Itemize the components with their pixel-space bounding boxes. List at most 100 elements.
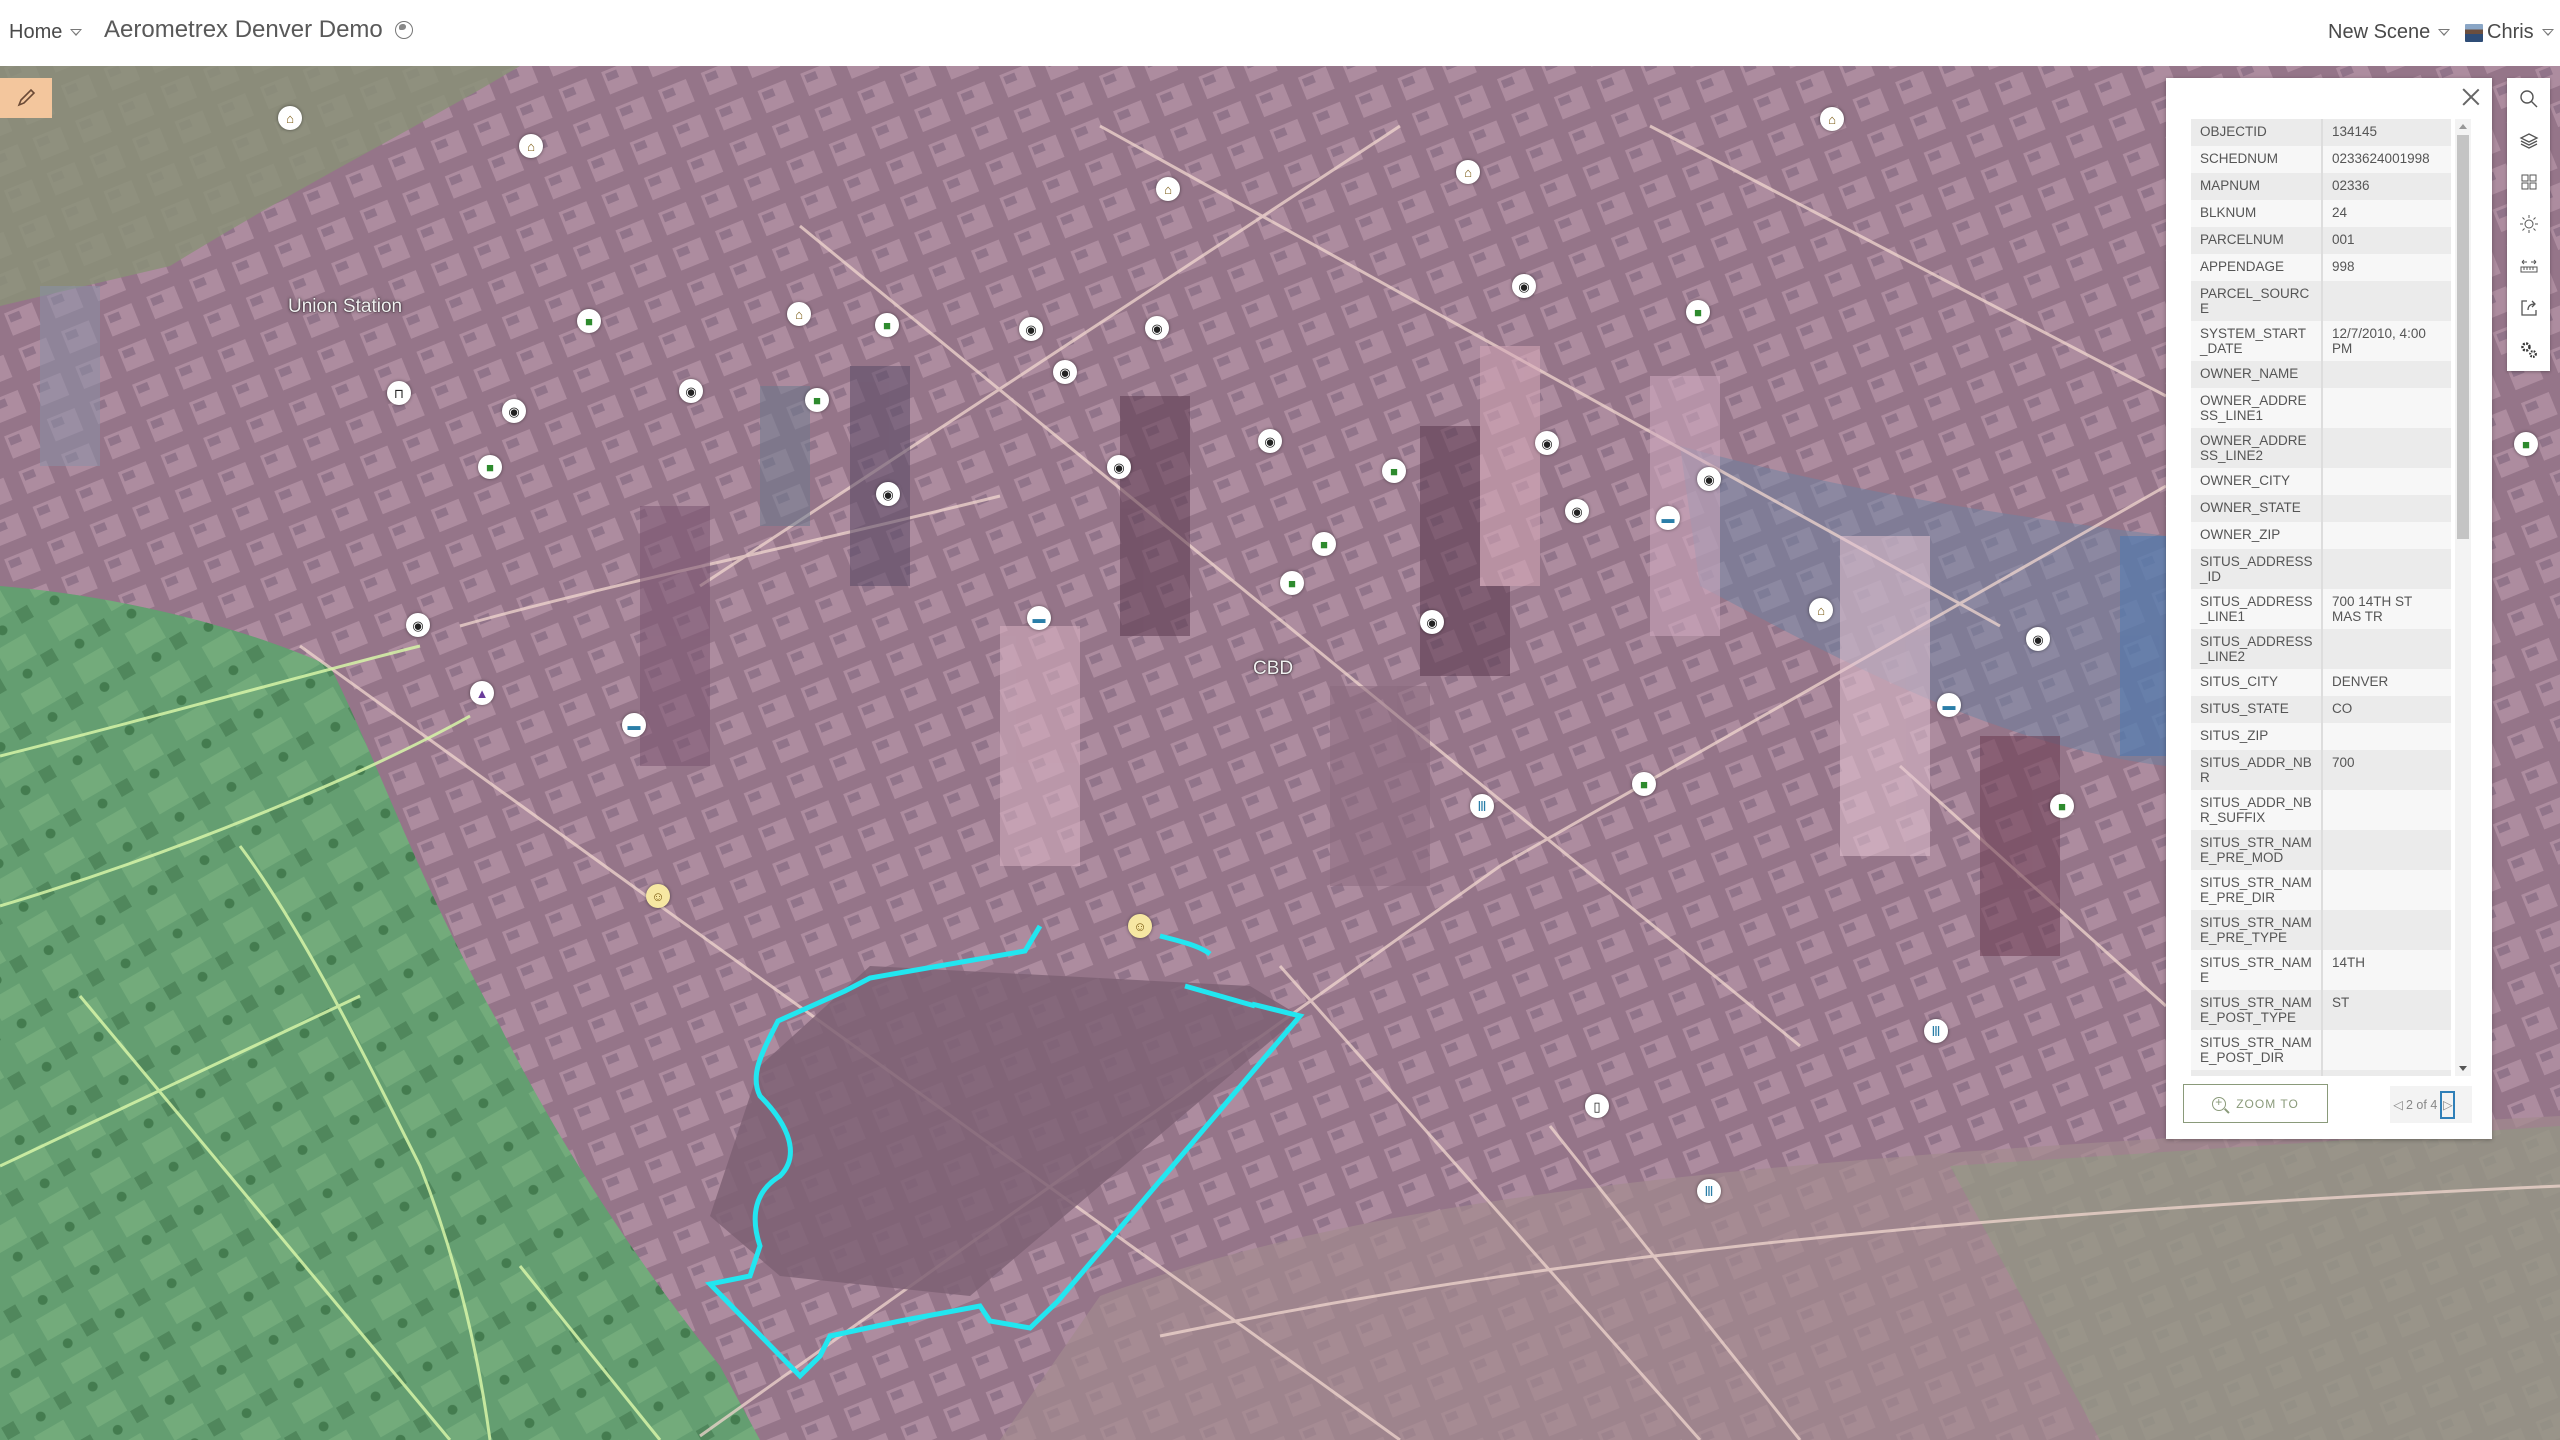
shopping-bag-icon[interactable]: ■ [1280, 571, 1304, 595]
education-icon[interactable]: ▲ [470, 681, 494, 705]
camera-icon[interactable]: ◉ [1145, 316, 1169, 340]
scroll-up-icon[interactable] [2459, 124, 2467, 129]
attribute-key: OWNER_CITY [2191, 468, 2323, 495]
popup-scrollbar[interactable] [2455, 119, 2471, 1076]
attribute-key: SITUS_ADDRESS_ID [2191, 549, 2323, 589]
user-menu-button[interactable]: Chris [2465, 21, 2554, 44]
hotel-icon[interactable]: ▬ [1027, 606, 1051, 630]
shopping-bag-icon[interactable]: ■ [1632, 772, 1656, 796]
attribute-row: SITUS_STR_NAME_PRE_DIR [2191, 870, 2451, 910]
user-name: Chris [2487, 21, 2534, 43]
theater-icon[interactable]: ☺ [646, 884, 670, 908]
camera-icon[interactable]: ◉ [2026, 627, 2050, 651]
camera-icon[interactable]: ◉ [406, 613, 430, 637]
attribute-value: 24 [2322, 200, 2451, 227]
camera-icon[interactable]: ◉ [1053, 360, 1077, 384]
house-icon[interactable]: ⌂ [1809, 598, 1833, 622]
edit-tool-button[interactable] [0, 78, 52, 118]
chevron-down-icon [2438, 29, 2451, 36]
layers-tool-button[interactable] [2507, 120, 2550, 162]
camera-icon[interactable]: ◉ [1697, 467, 1721, 491]
shopping-bag-icon[interactable]: ■ [577, 309, 601, 333]
attribute-value [2322, 870, 2451, 910]
attribute-row: SITUS_CITY DENVER [2191, 669, 2451, 696]
shopping-bag-icon[interactable]: ■ [2050, 794, 2074, 818]
attribute-key: PARCEL_SOURCE [2191, 281, 2323, 321]
camera-icon[interactable]: ◉ [876, 482, 900, 506]
attribute-row: SITUS_ADDR_NBR_SUFFIX [2191, 790, 2451, 830]
attribute-row: SITUS_ZIP [2191, 723, 2451, 750]
search-tool-button[interactable] [2507, 78, 2550, 120]
attribute-value: 0233624001998 [2322, 146, 2451, 173]
attribute-value [2322, 388, 2451, 428]
attribute-value [2322, 549, 2451, 589]
house-icon[interactable]: ⌂ [1820, 107, 1844, 131]
attribute-row: SITUS_ADDRESS_LINE1 700 14TH ST MAS TR [2191, 589, 2451, 629]
camera-icon[interactable]: ◉ [1565, 499, 1589, 523]
new-scene-menu-button[interactable]: New Scene [2328, 21, 2451, 44]
attribute-value [2322, 790, 2451, 830]
map-marker-icon[interactable]: ▯ [1585, 1094, 1609, 1118]
attribute-row: SITUS_STR_NAME_PRE_MOD [2191, 830, 2451, 870]
house-icon[interactable]: ⌂ [278, 106, 302, 130]
camera-icon[interactable]: ◉ [1107, 455, 1131, 479]
scroll-down-icon[interactable] [2459, 1066, 2467, 1071]
daylight-tool-button[interactable] [2507, 203, 2550, 245]
camera-icon[interactable]: ◉ [1420, 610, 1444, 634]
attribute-key: SITUS_STR_NAME_... [2191, 1070, 2323, 1076]
camera-icon[interactable]: ◉ [1019, 317, 1043, 341]
attribute-key: SITUS_ADDRESS_LINE1 [2191, 589, 2323, 629]
attribute-row: SITUS_STR_NAME_POST_TYPE ST [2191, 990, 2451, 1030]
shopping-bag-icon[interactable]: ■ [1312, 532, 1336, 556]
attribute-value [2322, 522, 2451, 549]
attribute-value [2322, 910, 2451, 950]
attribute-value [2322, 361, 2451, 388]
settings-tool-button[interactable] [2507, 329, 2550, 371]
museum-icon[interactable]: Ⅲ [1470, 794, 1494, 818]
house-icon[interactable]: ⌂ [787, 302, 811, 326]
attribute-value [2322, 1030, 2451, 1070]
camera-icon[interactable]: ◉ [502, 399, 526, 423]
camera-icon[interactable]: ◉ [1512, 274, 1536, 298]
shopping-bag-icon[interactable]: ■ [1382, 459, 1406, 483]
measure-tool-button[interactable] [2507, 245, 2550, 287]
hotel-icon[interactable]: ▬ [622, 713, 646, 737]
previous-feature-button[interactable]: ◁ [2390, 1097, 2406, 1112]
scroll-thumb[interactable] [2457, 135, 2469, 539]
shopping-bag-icon[interactable]: ■ [1686, 300, 1710, 324]
next-feature-button[interactable]: ▷ [2440, 1090, 2456, 1119]
attribute-value [2322, 723, 2451, 750]
hotel-icon[interactable]: ▬ [1656, 506, 1680, 530]
camera-icon[interactable]: ◉ [1535, 431, 1559, 455]
attribute-value: ST [2322, 990, 2451, 1030]
attribute-key: PARCELNUM [2191, 227, 2323, 254]
home-menu-button[interactable]: Home [9, 21, 83, 44]
hotel-icon[interactable]: ▬ [1937, 693, 1961, 717]
train-icon[interactable]: ⊓ [387, 381, 411, 405]
attribute-key: OWNER_ADDRESS_LINE1 [2191, 388, 2323, 428]
attribute-key: SITUS_STR_NAME_POST_DIR [2191, 1030, 2323, 1070]
attribute-row: PARCELNUM 001 [2191, 227, 2451, 254]
attribute-row: OWNER_ADDRESS_LINE1 [2191, 388, 2451, 428]
shopping-bag-icon[interactable]: ■ [805, 388, 829, 412]
shopping-bag-icon[interactable]: ■ [478, 455, 502, 479]
attribute-value [2322, 495, 2451, 522]
pager-text: 2 of 4 [2406, 1097, 2438, 1112]
camera-icon[interactable]: ◉ [679, 379, 703, 403]
museum-icon[interactable]: Ⅲ [1924, 1019, 1948, 1043]
basemap-tool-button[interactable] [2507, 162, 2550, 204]
globe-icon[interactable] [394, 21, 413, 39]
museum-icon[interactable]: Ⅲ [1697, 1179, 1721, 1203]
share-tool-button[interactable] [2507, 287, 2550, 329]
house-icon[interactable]: ⌂ [1156, 177, 1180, 201]
house-icon[interactable]: ⌂ [1456, 160, 1480, 184]
zoom-in-icon [2212, 1095, 2227, 1111]
shopping-bag-icon[interactable]: ■ [875, 313, 899, 337]
attribute-row: OWNER_STATE [2191, 495, 2451, 522]
zoom-to-button[interactable]: ZOOM TO [2183, 1084, 2328, 1123]
theater-icon[interactable]: ☺ [1128, 914, 1152, 938]
shopping-bag-icon[interactable]: ■ [2514, 432, 2538, 456]
close-icon[interactable] [2458, 84, 2484, 110]
house-icon[interactable]: ⌂ [519, 134, 543, 158]
camera-icon[interactable]: ◉ [1258, 429, 1282, 453]
